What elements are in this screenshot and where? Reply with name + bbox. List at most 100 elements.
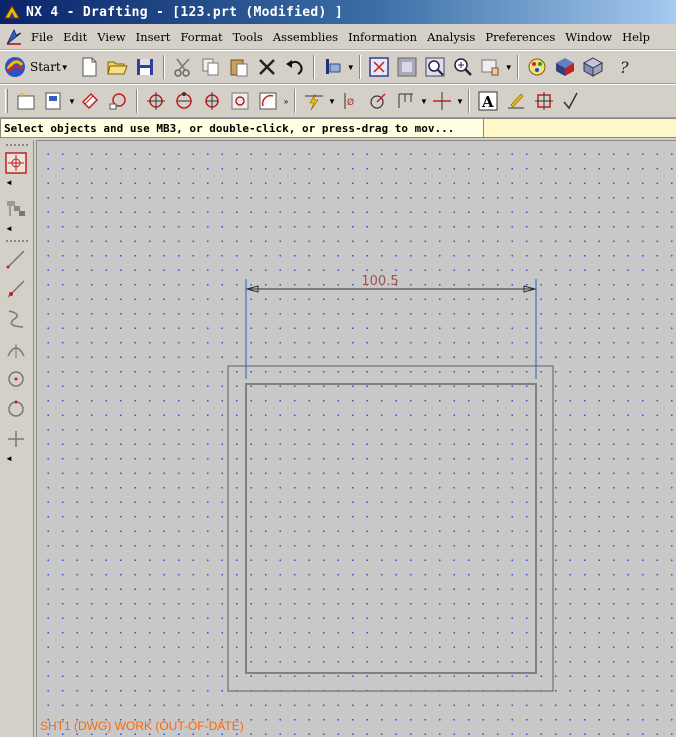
detail-view-button[interactable] [104,87,132,115]
start-icon [5,57,25,77]
chevron-down-icon[interactable]: ▼ [347,63,355,72]
centerline-button[interactable] [142,87,170,115]
chevron-down-icon[interactable]: ▼ [420,97,428,106]
toolbar-grip[interactable] [6,144,28,146]
circle-button[interactable] [2,394,30,424]
arc-button[interactable] [2,334,30,364]
help-button[interactable]: ? [607,53,635,81]
chevron-down-icon[interactable]: ▼ [68,97,76,106]
fit-view-icon [369,57,389,77]
delete-button[interactable] [253,53,281,81]
menu-tools[interactable]: Tools [228,30,268,44]
toolbar-separator [516,55,519,79]
target-point-button[interactable] [226,87,254,115]
new-file-button[interactable] [75,53,103,81]
menu-assemblies[interactable]: Assemblies [268,30,343,44]
toolbar-separator [358,55,361,79]
palette-button[interactable] [523,53,551,81]
outer-border-rectangle[interactable] [227,365,554,692]
start-button[interactable]: Start ▼ [3,53,75,81]
surface-finish-icon [563,92,578,110]
menu-insert[interactable]: Insert [131,30,176,44]
menu-view[interactable]: View [92,30,130,44]
line-icon [6,250,25,269]
menu-help[interactable]: Help [617,30,655,44]
folder-open-icon [107,61,128,75]
copy-button[interactable] [197,53,225,81]
paste-button[interactable] [225,53,253,81]
shaded-button[interactable] [551,53,579,81]
section-view-button[interactable] [76,87,104,115]
menu-preferences[interactable]: Preferences [480,30,560,44]
magnifier-icon [425,57,445,77]
menu-information[interactable]: Information [343,30,422,44]
center-mark-icon [205,92,219,110]
radius-dimension-button[interactable] [364,87,392,115]
menu-window[interactable]: Window [560,30,617,44]
hatch-button[interactable] [254,87,282,115]
menu-analysis[interactable]: Analysis [422,30,480,44]
menu-format[interactable]: Format [175,30,227,44]
zoom-region-icon [397,57,417,77]
sheet-status-text: SHT1 (DWG) WORK (OUT-OF-DATE) [40,719,244,733]
note-text-icon: A [478,91,498,111]
fit-view-button[interactable] [365,53,393,81]
surface-finish-button[interactable] [558,87,586,115]
zoom-in-button[interactable] [449,53,477,81]
select-button[interactable] [2,148,30,178]
chevron-left-icon[interactable]: ◄ [2,178,32,188]
chevron-left-icon[interactable]: ◄ [2,224,32,234]
inferred-dimension-button[interactable] [300,87,328,115]
feature-control-icon [535,92,553,110]
feature-control-button[interactable] [530,87,558,115]
info-button[interactable] [319,53,347,81]
edit-dimension-button[interactable]: Ø [336,87,364,115]
svg-text:A: A [481,93,494,111]
zoom-region-button[interactable] [393,53,421,81]
drafting-app-icon[interactable] [4,27,24,47]
point-button[interactable] [428,87,456,115]
center-mark-button[interactable] [198,87,226,115]
chevron-down-icon[interactable]: ▼ [456,97,464,106]
new-sheet-icon [17,93,35,110]
undo-button[interactable] [281,53,309,81]
plus-icon [8,431,24,447]
open-file-button[interactable] [103,53,131,81]
pan-button[interactable] [477,53,505,81]
graphics-window[interactable]: 100.5 [36,140,676,737]
save-button[interactable] [131,53,159,81]
toolbar-grip[interactable] [5,89,8,113]
menu-file[interactable]: File [26,30,58,44]
line-button[interactable] [2,244,30,274]
prompt-text: Select objects and use MB3, or double-cl… [4,121,455,135]
spline-button[interactable] [2,304,30,334]
bolt-circle-button[interactable] [170,87,198,115]
note-button[interactable]: A [474,87,502,115]
wireframe-button[interactable] [579,53,607,81]
zoom-button[interactable] [421,53,449,81]
menu-edit[interactable]: Edit [58,30,92,44]
circle-center-button[interactable] [2,364,30,394]
paste-icon [230,59,248,77]
chevron-down-icon[interactable]: ▼ [328,97,336,106]
inner-border-rectangle[interactable] [245,383,537,674]
line-point-button[interactable] [2,274,30,304]
new-sheet-button[interactable] [12,87,40,115]
point-tool-button[interactable] [2,424,30,454]
close-icon [258,59,275,75]
toolbar-separator [468,89,470,113]
ordinate-dimension-button[interactable] [392,87,420,115]
component-button[interactable] [2,194,30,224]
sheet-icon [45,92,61,110]
chevron-down-icon[interactable]: ▼ [505,63,513,72]
cut-button[interactable] [169,53,197,81]
spline-icon [8,310,24,328]
drawing-sheet[interactable]: 100.5 [37,141,676,737]
dimension-value[interactable]: 100.5 [361,274,398,289]
sheet-button[interactable] [40,87,68,115]
label-button[interactable] [502,87,530,115]
chevron-left-icon[interactable]: ◄ [2,454,32,464]
chevron-down-icon[interactable]: » [282,97,290,106]
info-icon [325,59,341,74]
toolbar-grip[interactable] [6,240,28,242]
